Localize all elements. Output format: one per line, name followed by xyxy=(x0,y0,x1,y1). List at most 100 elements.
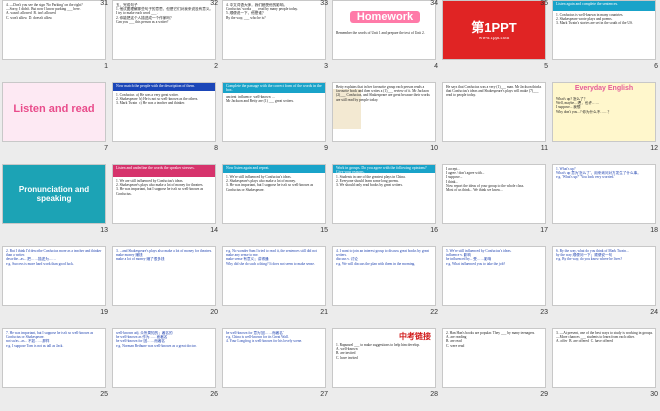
slide-number: 30 xyxy=(650,391,658,398)
slide-number: 27 xyxy=(320,391,328,398)
slide-heading: Listen again and complete the sentences. xyxy=(556,2,618,6)
slide-heading: Complete the passage with the correct fo… xyxy=(226,84,323,93)
slide-body: Betty explains that in her favourite gro… xyxy=(336,85,431,102)
slide-number: 15 xyxy=(320,227,328,234)
slide-number: 10 xyxy=(430,145,438,152)
slide-number: 13 xyxy=(100,227,108,234)
slide-number: 11 xyxy=(540,145,548,152)
slide-body: 1. We are still influenced by Confucius'… xyxy=(116,179,204,196)
slide-number: 9 xyxy=(324,145,328,152)
slide-thumbnail-16[interactable]: Work in groups. Do you agree with the fo… xyxy=(332,164,436,224)
slide-title: Everyday English xyxy=(574,85,634,92)
slide-number: 16 xyxy=(430,227,438,234)
slide-number: 33 xyxy=(320,0,328,7)
slide-body: Remember the words of Unit 1 and prepare… xyxy=(336,31,425,35)
slide-thumbnail-29[interactable]: 2. Han Han's books are popular. They ___… xyxy=(442,328,546,388)
slide-number: 32 xyxy=(210,0,218,7)
slide-thumbnail-31[interactable]: 4. —Don't you see the sign 'No Parking' … xyxy=(2,0,106,60)
slide-number: 35 xyxy=(540,0,548,7)
slide-number: 34 xyxy=(430,0,438,7)
slide-number: 31 xyxy=(100,0,108,7)
slide-thumbnail-14[interactable]: Listen and underline the words the speak… xyxy=(112,164,216,224)
slide-number: 4 xyxy=(434,63,438,70)
slide-body: 4. —Don't you see the sign 'No Parking' … xyxy=(6,3,83,20)
slide-body: 4. 中文词语大师，我们都受他的影响。 Confucius' works ___… xyxy=(226,3,298,20)
slide-body: e.g. No wonder Sam I tried to read it, t… xyxy=(226,249,317,266)
slide-thumbnail-20[interactable]: 3. ...and Shakespeare's plays also make … xyxy=(112,246,216,306)
slide-thumbnail-18[interactable]: 1. What's up? What's up 意为'怎么了'，用来询问对方发生… xyxy=(552,164,656,224)
slide-number: 7 xyxy=(104,145,108,152)
slide-number: 17 xyxy=(540,227,548,234)
slide-number: 23 xyxy=(540,309,548,316)
slide-heading: Now listen again and repeat. xyxy=(226,166,270,170)
slide-thumbnail-6[interactable]: Listen again and complete the sentences.… xyxy=(552,0,656,60)
slide-thumbnail-17[interactable]: I accept... I agree / don't agree with..… xyxy=(442,164,546,224)
slide-thumbnail-23[interactable]: 5. We're still influenced by Confucius's… xyxy=(442,246,546,306)
slide-heading: Now match the people with the descriptio… xyxy=(116,84,195,88)
slide-number: 8 xyxy=(214,145,218,152)
slide-body: I accept... I agree / don't agree with..… xyxy=(446,167,525,193)
slide-thumbnail-34[interactable]: Homework Remember the words of Unit 1 and… xyxy=(332,0,436,60)
slide-thumbnail-27[interactable]: be well-known for 意为'因……而著名' e.g. China … xyxy=(222,328,326,388)
slide-number: 3 xyxy=(324,63,328,70)
slide-number: 26 xyxy=(210,391,218,398)
slide-number: 20 xyxy=(210,309,218,316)
slide-thumbnail-15[interactable]: Now listen again and repeat. 1. We're sti… xyxy=(222,164,326,224)
slide-thumbnail-13[interactable]: Pronunciation and speaking xyxy=(2,164,106,224)
slide-thumbnail-12[interactable]: Everyday English What's up? 怎么了？ Well, ma… xyxy=(552,82,656,142)
slide-number: 28 xyxy=(430,391,438,398)
slide-thumbnail-30[interactable]: 3. —At present, one of the best ways to … xyxy=(552,328,656,388)
slide-body: 1. Confucius a) He was a very great writ… xyxy=(116,93,199,106)
slide-thumbnail-22[interactable]: 4. I want to join an interest group to d… xyxy=(332,246,436,306)
slide-number: 5 xyxy=(544,63,548,70)
slide-body: 3. ...and Shakespeare's plays also make … xyxy=(116,249,213,262)
slide-number: 2 xyxy=(214,63,218,70)
slide-number: 21 xyxy=(320,309,328,316)
slide-number: 18 xyxy=(650,227,658,234)
slide-body: 4. I want to join an interest group to d… xyxy=(336,249,430,266)
slide-thumbnail-33[interactable]: 4. 中文词语大师，我们都受他的影响。 Confucius' works ___… xyxy=(222,0,326,60)
slide-body: 2. But I think I'd describe Confucius mo… xyxy=(6,249,102,266)
slide-body: 7. He was important, but I suppose he is… xyxy=(6,331,94,348)
slide-title: 第1PPT xyxy=(471,20,517,35)
slide-body: 5. We're still influenced by Confucius's… xyxy=(446,249,512,266)
slide-body: www.1ppt.com xyxy=(478,37,510,41)
slide-body: 1. Confucius is well-known in many count… xyxy=(556,13,633,26)
slide-body: 五、完成句子 1. 他试图理解那些句子的意思，但是它们对我来说没有意义。 I t… xyxy=(116,3,214,24)
slide-thumbnail-10[interactable]: Betty explains that in her favourite gro… xyxy=(332,82,436,142)
slide-number: 14 xyxy=(210,227,218,234)
slide-thumbnail-24[interactable]: 6. By the way, what do you think of Mark… xyxy=(552,246,656,306)
slide-thumbnail-8[interactable]: Now match the people with the descriptio… xyxy=(112,82,216,142)
slide-thumbnail-9[interactable]: Complete the passage with the correct fo… xyxy=(222,82,326,142)
slide-body: 1. Rapunzel ___ to make suggestions to h… xyxy=(336,343,420,360)
slide-thumbnail-26[interactable]: well-known adj. 众所周知的；著名的 be well-known … xyxy=(112,328,216,388)
slide-thumbnail-7[interactable]: Listen and read xyxy=(2,82,106,142)
slide-number: 12 xyxy=(650,145,658,152)
slide-body: 1. Students in one of the greatest plays… xyxy=(336,175,406,188)
slide-body: 1. What's up? What's up 意为'怎么了'，用来询问对方发生… xyxy=(556,167,641,180)
slide-number: 22 xyxy=(430,309,438,316)
slide-body: 2. Han Han's books are popular. They ___… xyxy=(446,331,536,348)
slide-heading: Work in groups. Do you agree with the fo… xyxy=(336,166,428,175)
slide-number: 19 xyxy=(100,309,108,316)
slide-number: 6 xyxy=(654,63,658,70)
slide-thumbnail-35[interactable]: 第1PPT www.1ppt.com xyxy=(442,0,546,60)
slide-number: 25 xyxy=(100,391,108,398)
slide-thumbnail-21[interactable]: e.g. No wonder Sam I tried to read it, t… xyxy=(222,246,326,306)
slide-heading: Listen and underline the words the speak… xyxy=(116,166,195,170)
slide-body: well-known adj. 众所周知的；著名的 be well-known … xyxy=(116,331,197,348)
slide-body: He says that Confucius was a very (1)___… xyxy=(446,85,543,98)
slide-title: 中考链接 xyxy=(399,332,431,341)
slide-title: Listen and read xyxy=(13,103,95,115)
slide-number: 29 xyxy=(540,391,548,398)
slide-title: Pronunciation and speaking xyxy=(18,185,90,203)
slide-thumbnail-32[interactable]: 五、完成句子 1. 他试图理解那些句子的意思，但是它们对我来说没有意义。 I t… xyxy=(112,0,216,60)
slide-thumbnail-28[interactable]: 中考链接 1. Rapunzel ___ to make suggestions … xyxy=(332,328,436,388)
slide-thumbnail-25[interactable]: 7. He was important, but I suppose he is… xyxy=(2,328,106,388)
slide-thumbnail-11[interactable]: He says that Confucius was a very (1)___… xyxy=(442,82,546,142)
slide-title: Homework xyxy=(350,11,420,23)
slide-body: 1. We're still influenced by Confucius's… xyxy=(226,175,314,192)
slide-thumbnail-19[interactable]: 2. But I think I'd describe Confucius mo… xyxy=(2,246,106,306)
slide-body: be well-known for 意为'因……而著名' e.g. China … xyxy=(226,331,303,344)
slide-number: 1 xyxy=(104,63,108,70)
